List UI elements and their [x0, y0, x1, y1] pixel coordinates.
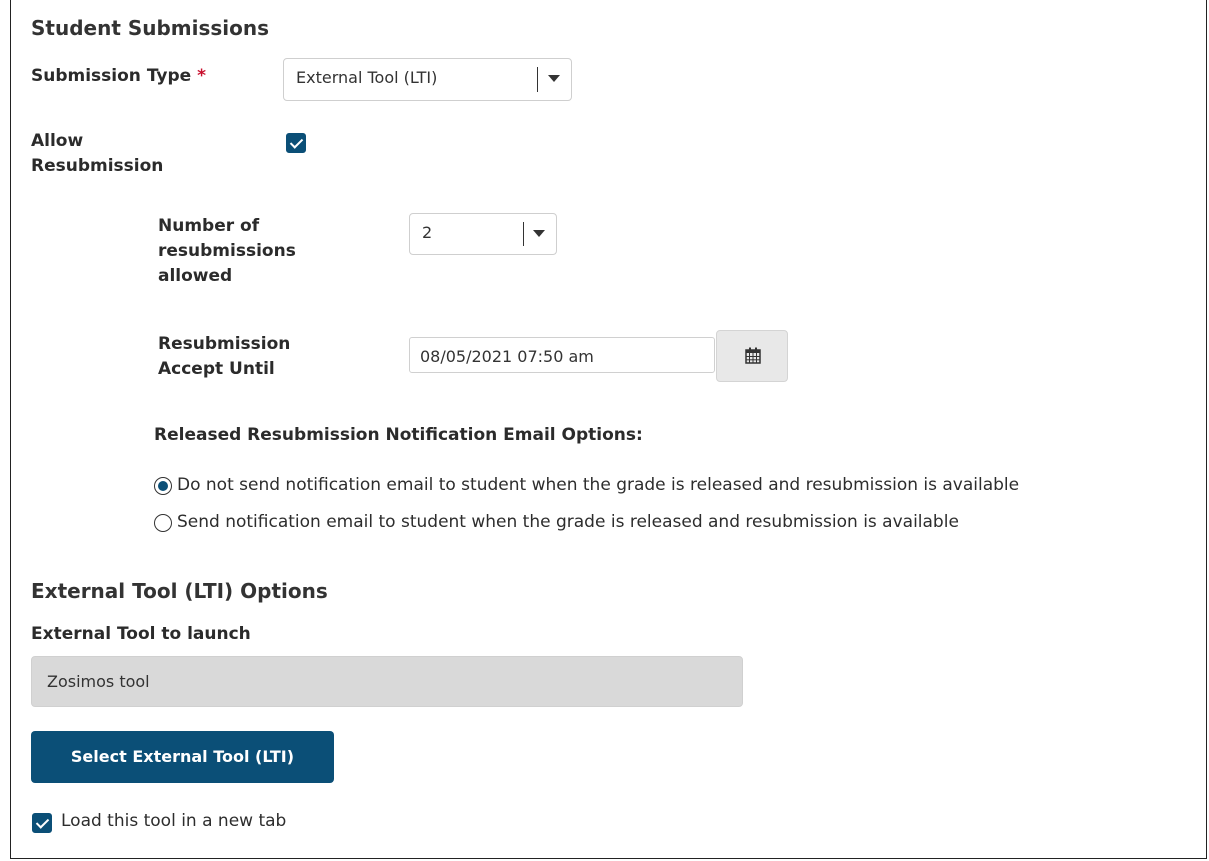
- accept-until-label-line2: Accept Until: [158, 359, 275, 379]
- select-external-tool-button[interactable]: Select External Tool (LTI): [31, 731, 334, 783]
- external-tool-readonly-field: Zosimos tool: [31, 656, 743, 707]
- allow-resubmission-label-line2: Resubmission: [31, 156, 164, 176]
- resubmissions-label-line3: allowed: [158, 266, 233, 286]
- radio-send-label: Send notification email to student when …: [177, 512, 959, 532]
- resubmissions-allowed-label: Number of resubmissions allowed: [158, 214, 296, 289]
- chevron-down-icon: [548, 75, 560, 82]
- allow-resubmission-label-line1: Allow: [31, 131, 84, 151]
- submission-type-label: Submission Type *: [31, 64, 206, 89]
- submission-type-select[interactable]: External Tool (LTI): [283, 58, 572, 101]
- required-marker: *: [197, 66, 206, 86]
- resubmissions-count-value: 2: [422, 223, 433, 242]
- select-divider: [523, 222, 524, 246]
- resubmissions-count-select[interactable]: 2: [409, 213, 557, 255]
- radio-send[interactable]: [154, 514, 172, 532]
- section-title: Student Submissions: [31, 16, 270, 40]
- external-tool-label: External Tool to launch: [31, 624, 251, 644]
- radio-do-not-send[interactable]: [154, 477, 172, 495]
- resubmissions-label-line1: Number of: [158, 216, 260, 236]
- submission-type-value: External Tool (LTI): [296, 68, 438, 87]
- select-divider: [537, 67, 538, 92]
- new-tab-checkbox[interactable]: [32, 813, 52, 833]
- allow-resubmission-checkbox[interactable]: [286, 133, 306, 153]
- chevron-down-icon: [533, 230, 545, 237]
- resubmissions-label-line2: resubmissions: [158, 241, 296, 261]
- submission-type-label-text: Submission Type: [31, 66, 192, 86]
- calendar-button[interactable]: [716, 330, 788, 382]
- notification-heading: Released Resubmission Notification Email…: [154, 425, 643, 445]
- accept-until-label: Resubmission Accept Until: [158, 332, 290, 382]
- new-tab-label: Load this tool in a new tab: [61, 811, 287, 831]
- calendar-icon: [745, 347, 761, 364]
- allow-resubmission-label: Allow Resubmission: [31, 129, 163, 179]
- radio-do-not-send-label: Do not send notification email to studen…: [177, 475, 1020, 495]
- accept-until-input[interactable]: 08/05/2021 07:50 am: [409, 337, 715, 373]
- accept-until-label-line1: Resubmission: [158, 334, 291, 354]
- lti-options-heading: External Tool (LTI) Options: [31, 579, 328, 603]
